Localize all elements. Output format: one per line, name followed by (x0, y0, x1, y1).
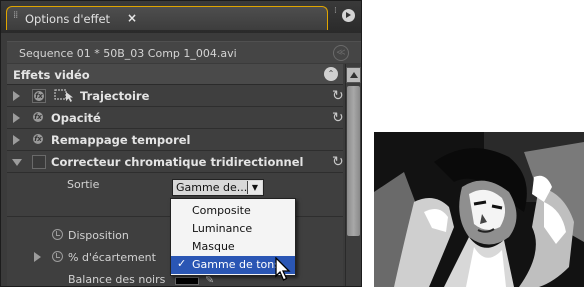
effect-row-correcteur[interactable]: Correcteur chromatique tridirectionnel ↻ (7, 151, 344, 173)
menu-item-label: Masque (192, 240, 235, 253)
scrollbar-thumb[interactable] (347, 86, 360, 236)
tab-close-button[interactable]: × (127, 11, 137, 25)
output-select-value: Gamme de... (176, 181, 248, 194)
menu-item-luminance[interactable]: Luminance (171, 220, 295, 238)
effect-row-opacite[interactable]: fx Opacité ↻ (7, 107, 344, 129)
dropdown-arrow-icon[interactable]: ▼ (247, 181, 262, 194)
reset-icon[interactable]: ↻ (332, 154, 344, 170)
fx-toggle-icon[interactable] (32, 155, 46, 169)
reset-icon[interactable]: ↻ (332, 88, 344, 104)
grip-icon[interactable]: ⁞⁞ (13, 11, 19, 25)
panel-menu-icon[interactable]: ⁞ (334, 7, 356, 25)
mouse-cursor-icon (275, 256, 291, 286)
tonal-range-preview-image (374, 132, 584, 287)
menu-item-label: Luminance (192, 222, 253, 235)
tab-title: Options d'effet (25, 12, 111, 26)
menu-item-label: Composite (192, 204, 251, 217)
show-timeline-icon[interactable]: ≪ (333, 45, 349, 61)
menu-item-label: Gamme de tons (192, 258, 280, 271)
black-balance-label: Balance des noirs (68, 273, 166, 286)
expand-triangle-icon[interactable] (13, 135, 20, 145)
section-title: Effets vidéo (13, 68, 90, 82)
effect-label: Remappage temporel (51, 133, 191, 147)
expand-triangle-icon[interactable] (13, 113, 20, 123)
fx-toggle-icon[interactable]: fx (32, 111, 46, 125)
tab-effect-options[interactable]: ⁞⁞ Options d'effet × (6, 6, 328, 30)
fx-toggle-icon[interactable]: fx (32, 133, 46, 147)
collapse-icon[interactable]: ⌃ (324, 67, 338, 81)
reset-icon[interactable]: ↻ (332, 110, 344, 126)
effect-row-remappage[interactable]: fx Remappage temporel (7, 129, 343, 151)
stopwatch-icon[interactable] (52, 251, 63, 262)
effect-label: Trajectoire (80, 89, 150, 103)
section-video-effects: Effets vidéo ⌃ (7, 64, 343, 85)
vertical-scrollbar[interactable] (345, 64, 361, 286)
fx-toggle-icon[interactable]: fx (32, 89, 46, 103)
menu-item-masque[interactable]: Masque (171, 238, 295, 256)
panel-tab-bar: ⁞⁞ Options d'effet × ⁞ (1, 1, 361, 33)
expand-triangle-icon[interactable] (13, 91, 20, 101)
layout-label: Disposition (68, 229, 129, 242)
output-label: Sortie (67, 178, 100, 191)
menu-item-composite[interactable]: Composite (171, 202, 295, 220)
motion-transform-icon[interactable] (54, 88, 76, 102)
collapse-triangle-icon[interactable] (12, 159, 22, 166)
stopwatch-icon[interactable] (52, 229, 63, 240)
expand-triangle-icon[interactable] (34, 252, 41, 262)
effect-label: Opacité (51, 111, 101, 125)
scroll-up-button[interactable] (346, 67, 361, 83)
checkmark-icon: ✓ (177, 257, 187, 270)
output-select[interactable]: Gamme de... ▼ (172, 179, 264, 196)
spread-label: % d'écartement (68, 251, 156, 264)
black-color-swatch[interactable] (175, 277, 199, 285)
effect-row-trajectoire[interactable]: fx Trajectoire ↻ (7, 85, 344, 107)
sequence-label: Sequence 01 * 50B_03 Comp 1_004.avi (19, 47, 237, 60)
sequence-bar: Sequence 01 * 50B_03 Comp 1_004.avi ≪ (7, 41, 361, 63)
effect-label: Correcteur chromatique tridirectionnel (51, 155, 304, 169)
